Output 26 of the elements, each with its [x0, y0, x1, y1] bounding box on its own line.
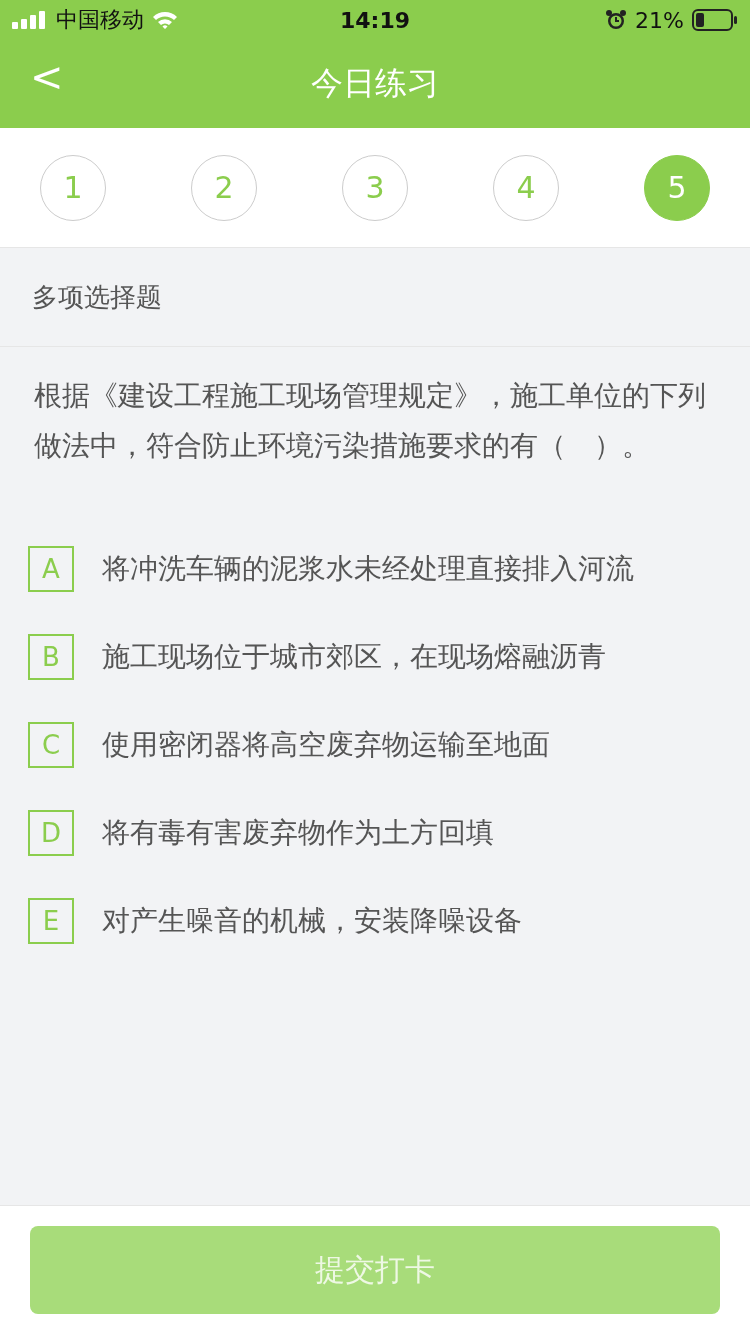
battery-icon: [692, 9, 738, 31]
option-letter[interactable]: A: [28, 546, 74, 592]
question-type: 多项选择题: [0, 248, 750, 347]
option-letter[interactable]: E: [28, 898, 74, 944]
option-text[interactable]: 使用密闭器将高空废弃物运输至地面: [102, 726, 550, 764]
question-number[interactable]: 2: [191, 154, 257, 221]
carrier-name: 中国移动: [56, 6, 144, 34]
option-letter[interactable]: D: [28, 810, 74, 856]
page-title: 今日练习: [311, 63, 439, 104]
battery-percent: 21%: [635, 7, 684, 33]
back-button[interactable]: <: [24, 54, 70, 100]
question-number[interactable]: 1: [40, 154, 106, 221]
alarm-icon: [605, 9, 628, 31]
option-text[interactable]: 将冲洗车辆的泥浆水未经处理直接排入河流: [102, 550, 634, 588]
option-text[interactable]: 施工现场位于城市郊区，在现场熔融沥青: [102, 638, 606, 676]
option-letter[interactable]: B: [28, 634, 74, 680]
status-time: 14:19: [340, 7, 410, 33]
signal-icon: [12, 11, 48, 29]
option-letter[interactable]: C: [28, 722, 74, 768]
question-number[interactable]: 5: [644, 154, 710, 221]
option-text[interactable]: 对产生噪音的机械，安装降噪设备: [102, 902, 522, 940]
option-text[interactable]: 将有毒有害废弃物作为土方回填: [102, 814, 494, 852]
question-text: 根据《建设工程施工现场管理规定》，施工单位的下列做法中，符合防止环境污染措施要求的有（ ）。: [34, 378, 707, 464]
wifi-icon: [152, 10, 178, 30]
question-number[interactable]: 4: [493, 154, 559, 221]
question-number[interactable]: 3: [342, 154, 408, 221]
